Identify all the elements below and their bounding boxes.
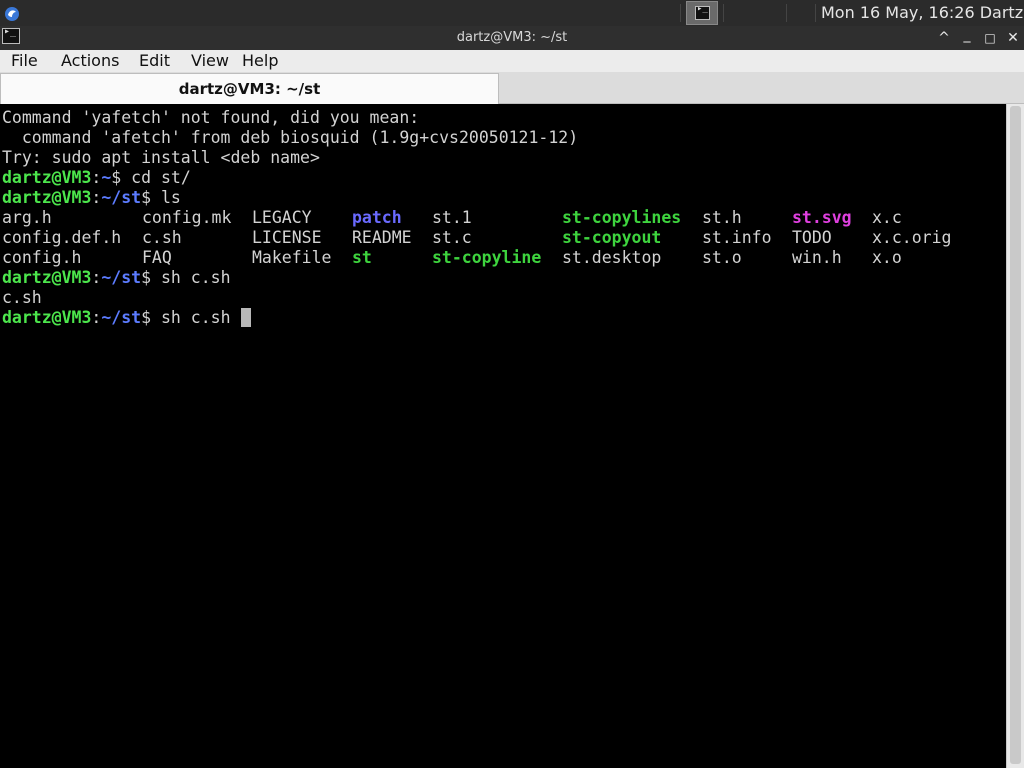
ls-entry: config.h — [2, 248, 82, 267]
ls-entry: st-copyout — [562, 228, 662, 247]
prompt-path: ~/st — [101, 188, 142, 207]
prompt-path: ~ — [101, 168, 112, 187]
collapse-button[interactable]: ^ — [934, 28, 954, 48]
terminal-line: Try: sudo apt install <deb name> — [2, 148, 578, 168]
ls-entry: st-copylines — [562, 208, 682, 227]
prompt-user: dartz@VM3 — [2, 168, 92, 187]
prompt-path: ~/st — [101, 308, 142, 327]
menu-edit[interactable]: Edit — [139, 50, 170, 72]
ls-entry: st.svg — [792, 208, 852, 227]
ls-entry: st.info — [702, 228, 772, 247]
ls-entry: Makefile — [252, 248, 332, 267]
ls-entry: x.c.orig — [872, 228, 952, 247]
ls-entry: config.mk — [142, 208, 232, 227]
ls-row: config.h FAQ Makefile st st-copyline st.deskt… — [2, 248, 902, 268]
panel-separator — [723, 4, 724, 22]
ls-entry: FAQ — [142, 248, 172, 267]
prompt-symbol: $ — [141, 188, 152, 207]
command-text: sh c.sh — [151, 308, 241, 327]
terminal-line: Command 'yafetch' not found, did you mea… — [2, 108, 578, 128]
tab-bar: dartz@VM3: ~/st — [0, 72, 1024, 104]
prompt-user: dartz@VM3 — [2, 268, 92, 287]
output-text: Command 'yafetch' not found, did you mea… — [2, 108, 420, 127]
terminal-line: dartz@VM3:~$ cd st/ — [2, 168, 578, 188]
menubar: File Actions Edit View Help — [0, 50, 1024, 72]
output-text: command 'afetch' from deb biosquid (1.9g… — [2, 128, 579, 147]
ls-entry: st.h — [702, 208, 742, 227]
prompt-symbol: $ — [141, 268, 152, 287]
panel-separator — [786, 4, 787, 22]
window-titlebar[interactable]: dartz@VM3: ~/st ^ _ □ ✕ — [0, 26, 1024, 50]
ls-entry: TODO — [792, 228, 832, 247]
prompt-symbol: $ — [141, 308, 152, 327]
minimize-button[interactable]: _ — [957, 25, 977, 45]
command-text: ls — [151, 188, 181, 207]
window-title: dartz@VM3: ~/st — [456, 30, 568, 45]
ls-entry: c.sh — [142, 228, 182, 247]
scrollbar[interactable] — [1006, 104, 1024, 768]
app-menu-icon[interactable] — [3, 4, 21, 22]
menu-actions[interactable]: Actions — [61, 50, 119, 72]
ls-entry: LICENSE — [252, 228, 322, 247]
ls-row: arg.h config.mk LEGACY patch st.1 st-copyline… — [2, 208, 902, 228]
prompt-user: dartz@VM3 — [2, 188, 92, 207]
ls-entry: st — [352, 248, 372, 267]
prompt-colon: : — [91, 168, 102, 187]
menu-view[interactable]: View — [191, 50, 229, 72]
ls-row: config.def.h c.sh LICENSE README st.c st-copy… — [2, 228, 951, 248]
close-button[interactable]: ✕ — [1003, 28, 1023, 48]
ls-entry: win.h — [792, 248, 842, 267]
cursor — [241, 308, 252, 327]
ls-entry: x.c — [872, 208, 902, 227]
command-text: sh c.sh — [151, 268, 231, 287]
prompt-path: ~/st — [101, 268, 142, 287]
menu-file[interactable]: File — [11, 50, 38, 72]
prompt-colon: : — [91, 268, 102, 287]
scrollbar-thumb[interactable] — [1010, 106, 1021, 764]
terminal-line: dartz@VM3:~/st$ ls — [2, 188, 578, 208]
panel-clock[interactable]: Mon 16 May, 16:26 Dartz — [821, 2, 1023, 24]
maximize-button[interactable]: □ — [980, 28, 1000, 48]
ls-entry: patch — [352, 208, 402, 227]
terminal-line: dartz@VM3:~/st$ sh c.sh — [2, 308, 578, 328]
command-text: cd st/ — [121, 168, 191, 187]
top-panel: Mon 16 May, 16:26 Dartz — [0, 0, 1024, 26]
ls-entry: x.o — [872, 248, 902, 267]
terminal-area[interactable]: Command 'yafetch' not found, did you mea… — [0, 104, 1006, 768]
ls-entry: st-copyline — [432, 248, 542, 267]
terminal-output: Command 'yafetch' not found, did you mea… — [2, 108, 951, 328]
clock-text: Mon 16 May, 16:26 — [821, 3, 975, 22]
prompt-user: dartz@VM3 — [2, 308, 92, 327]
terminal-line: c.sh — [2, 288, 578, 308]
tab-terminal[interactable]: dartz@VM3: ~/st — [0, 73, 499, 104]
ls-entry: st.1 — [432, 208, 472, 227]
terminal-icon — [695, 4, 710, 20]
ls-entry: README — [352, 228, 412, 247]
ls-entry: arg.h — [2, 208, 52, 227]
ls-entry: st.desktop — [562, 248, 662, 267]
panel-username[interactable]: Dartz — [980, 3, 1023, 22]
output-text: c.sh — [2, 288, 42, 307]
prompt-colon: : — [91, 188, 102, 207]
prompt-colon: : — [91, 308, 102, 327]
panel-separator — [815, 4, 816, 22]
menu-help[interactable]: Help — [242, 50, 278, 72]
prompt-symbol: $ — [111, 168, 122, 187]
ls-entry: config.def.h — [2, 228, 122, 247]
ls-entry: st.o — [702, 248, 742, 267]
ls-entry: st.c — [432, 228, 472, 247]
terminal-line: command 'afetch' from deb biosquid (1.9g… — [2, 128, 578, 148]
ls-entry: LEGACY — [252, 208, 312, 227]
terminal-line: dartz@VM3:~/st$ sh c.sh — [2, 268, 578, 288]
output-text: Try: sudo apt install <deb name> — [2, 148, 320, 167]
panel-separator — [680, 4, 681, 22]
taskbar-terminal-button[interactable] — [686, 1, 718, 25]
